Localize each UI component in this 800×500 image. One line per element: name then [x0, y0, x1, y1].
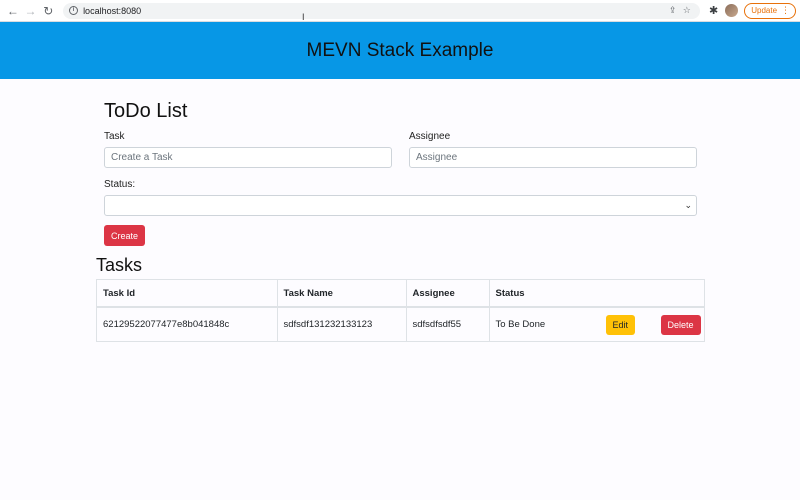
todo-form: ToDo List Task Assignee Status: ⌄ Create — [104, 100, 697, 246]
assignee-field-group: Assignee — [409, 131, 697, 168]
create-button[interactable]: Create — [104, 225, 146, 246]
assignee-input[interactable] — [409, 147, 697, 168]
more-menu-icon: ⋮ — [781, 5, 790, 15]
form-title: ToDo List — [104, 100, 188, 122]
column-header-task-id: Task Id — [97, 280, 278, 308]
forward-arrow-icon[interactable]: → — [22, 2, 40, 20]
task-field-group: Task — [104, 131, 392, 168]
task-name-cell: sdfsdf131232133123 — [277, 307, 407, 341]
form-row: Task Assignee — [104, 131, 697, 168]
bookmark-star-icon[interactable]: ☆ — [680, 5, 694, 16]
assignee-label: Assignee — [409, 131, 451, 142]
column-header-task-name: Task Name — [277, 280, 407, 308]
status-select[interactable]: ⌄ — [104, 195, 697, 216]
task-id-cell: 62129522077477e8b041848c — [97, 307, 278, 341]
status-cell: To Be Done Edit Delete — [489, 307, 704, 341]
assignee-cell: sdfsdfsdf55 — [406, 307, 490, 341]
update-label: Update — [751, 6, 778, 15]
browser-update-button[interactable]: Update ⋮ — [744, 2, 797, 19]
page-header: MEVN Stack Example — [0, 22, 800, 79]
page-title: MEVN Stack Example — [306, 39, 494, 61]
task-input[interactable] — [104, 147, 392, 168]
browser-toolbar: ← → ↻ i localhost:8080 ⇪ ☆ ✱ Update ⋮ — [0, 0, 800, 22]
tasks-table: Task Id Task Name Assignee Status 621295… — [96, 279, 705, 342]
back-arrow-icon[interactable]: ← — [4, 2, 22, 20]
text-cursor-icon: I — [302, 12, 305, 22]
address-url: localhost:8080 — [83, 5, 142, 16]
tasks-title: Tasks — [96, 255, 143, 275]
column-header-status: Status — [489, 280, 704, 308]
share-icon[interactable]: ⇪ — [666, 5, 680, 16]
extensions-puzzle-icon[interactable]: ✱ — [704, 4, 724, 17]
delete-button[interactable]: Delete — [660, 315, 701, 335]
chevron-down-icon: ⌄ — [684, 200, 692, 210]
status-label: Status: — [104, 179, 136, 190]
table-row: 62129522077477e8b041848c sdfsdf131232133… — [97, 307, 704, 341]
reload-icon[interactable]: ↻ — [39, 2, 57, 20]
site-info-icon[interactable]: i — [69, 6, 79, 15]
task-label: Task — [104, 131, 125, 142]
profile-avatar[interactable] — [725, 4, 739, 17]
column-header-assignee: Assignee — [406, 280, 490, 308]
address-bar[interactable]: i localhost:8080 ⇪ ☆ — [63, 2, 700, 19]
table-header-row: Task Id Task Name Assignee Status — [97, 280, 704, 308]
status-text: To Be Done — [495, 319, 546, 330]
edit-button[interactable]: Edit — [605, 315, 636, 335]
